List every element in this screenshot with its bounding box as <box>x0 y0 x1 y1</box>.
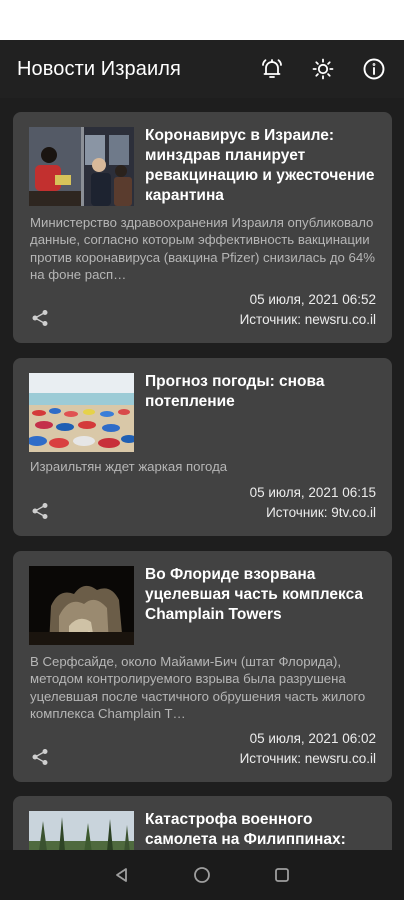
notifications-button[interactable] <box>252 49 292 89</box>
info-icon <box>363 58 385 80</box>
news-title: Во Флориде взорвана уцелевшая часть комп… <box>145 566 364 623</box>
share-icon <box>32 503 48 519</box>
recents-button[interactable] <box>242 850 322 900</box>
bell-alert-icon <box>262 59 282 78</box>
news-source: Источник: 9tv.co.il <box>266 505 376 520</box>
news-feed[interactable]: Коронавирус в Израиле: минздрав планируе… <box>0 98 404 850</box>
app-title: Новости Израиля <box>17 57 181 80</box>
share-button[interactable] <box>30 308 50 328</box>
system-navigation-bar <box>0 850 404 900</box>
news-card[interactable]: Коронавирус в Израиле: минздрав планируе… <box>13 112 392 343</box>
news-title: Прогноз погоды: снова потепление <box>145 373 325 410</box>
status-bar <box>0 0 404 40</box>
share-button[interactable] <box>30 747 50 767</box>
app-actions <box>241 40 394 98</box>
brightness-icon <box>312 58 334 80</box>
home-button[interactable] <box>162 850 242 900</box>
news-title: Катастрофа военного самолета на Филиппин… <box>145 811 346 848</box>
app-bar: Новости Израиля <box>0 40 404 98</box>
news-summary: Министерство здравоохранения Израиля опу… <box>30 215 375 282</box>
news-thumbnail <box>29 811 134 850</box>
news-date: 05 июля, 2021 06:52 <box>249 292 376 307</box>
share-icon <box>32 310 48 326</box>
news-thumbnail <box>29 127 134 206</box>
share-button[interactable] <box>30 501 50 521</box>
news-date: 05 июля, 2021 06:15 <box>249 485 376 500</box>
back-triangle-icon <box>116 868 127 882</box>
news-card[interactable]: Катастрофа военного самолета на Филиппин… <box>13 796 392 850</box>
info-button[interactable] <box>354 49 394 89</box>
news-card[interactable]: Прогноз погоды: снова потепление Израиль… <box>13 358 392 536</box>
news-source: Источник: newsru.co.il <box>239 312 376 327</box>
news-title: Коронавирус в Израиле: минздрав планируе… <box>145 127 375 204</box>
news-card[interactable]: Во Флориде взорвана уцелевшая часть комп… <box>13 551 392 782</box>
home-circle-icon <box>194 867 210 883</box>
news-source: Источник: newsru.co.il <box>239 751 376 766</box>
recents-square-icon <box>275 868 289 882</box>
news-date: 05 июля, 2021 06:02 <box>249 731 376 746</box>
news-thumbnail <box>29 566 134 645</box>
theme-toggle-button[interactable] <box>303 49 343 89</box>
share-icon <box>32 749 48 765</box>
back-button[interactable] <box>82 850 162 900</box>
news-summary: В Серфсайде, около Майами-Бич (штат Флор… <box>30 654 366 721</box>
news-thumbnail <box>29 373 134 452</box>
news-summary: Израильтян ждет жаркая погода <box>30 459 228 474</box>
